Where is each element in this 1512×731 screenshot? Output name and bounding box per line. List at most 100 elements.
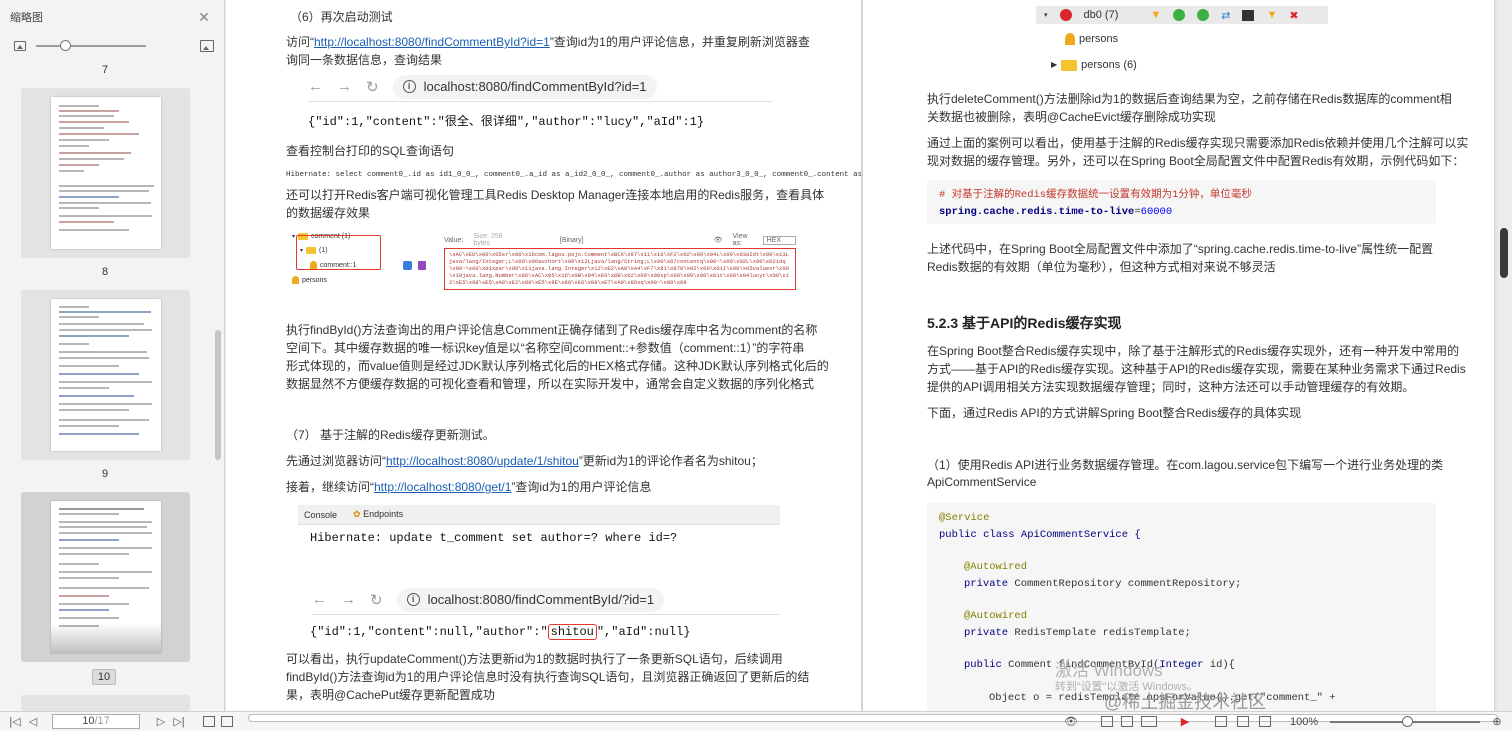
- rdm-intro-line2: 的数据缓存效果: [286, 206, 371, 220]
- fit-width-icon[interactable]: [1234, 714, 1252, 730]
- url-bar: i localhost:8080/findCommentById?id=1: [392, 74, 657, 99]
- highlight-box: shitou: [547, 624, 597, 640]
- key-icon: [292, 276, 299, 284]
- code-property-line: spring.cache.redis.time-to-live=60000: [939, 205, 1173, 218]
- json-response-2: {"id":1,"content":null,"author":" shitou "…: [310, 624, 691, 640]
- para-case-line1: 通过上面的案例可以看出，使用基于注解的Redis缓存实现只需要添加Redis依赖…: [927, 136, 1469, 150]
- key-icon: [1065, 33, 1075, 45]
- url-bar: i localhost:8080/findCommentById/?id=1: [396, 587, 665, 612]
- status-bar: |◁ ◁ 10/17 ▷ ▷| 👁 ▶ 100% ⊕: [0, 711, 1512, 731]
- next-page-button[interactable]: ▷: [152, 714, 170, 730]
- hex-value-box: \xAC\xED\x00\x05sr\x00\x16com.lagou.pojo…: [444, 248, 796, 290]
- document-view: （6）再次启动测试 访问“http://localhost:8080/findC…: [226, 0, 1512, 711]
- zoom-level[interactable]: 100%: [1290, 716, 1318, 728]
- view-icon: 👁: [713, 237, 723, 244]
- sidebar-scrollbar-thumb[interactable]: [215, 330, 221, 460]
- visit-paragraph: 访问“http://localhost:8080/findCommentById…: [286, 35, 810, 49]
- para-find-line3: 形式体现的，而value值则是经过JDK默认序列格式化后的HEX格式存储。这种J…: [286, 359, 829, 373]
- forward-arrow-icon: →: [341, 591, 356, 608]
- thumbnail-size-control: [0, 34, 224, 58]
- last-page-button[interactable]: ▷|: [170, 714, 188, 730]
- thumbnail-image: [51, 501, 161, 653]
- view-as-select: HEX: [762, 235, 796, 245]
- para-api-line3: 提供的API调用相关方法实现数据缓存管理；同时，这种方法还可以手动管理缓存的有效…: [927, 380, 1415, 394]
- para-api-line2: 方式——基于API的Redis缓存实现。这种基于API的Redis缓存实现，需要…: [927, 362, 1466, 376]
- previous-page-button[interactable]: ◁: [24, 714, 42, 730]
- browser-screenshot-2: ← → ↻ i localhost:8080/findCommentById/?…: [312, 585, 780, 615]
- thumbnail-page-9[interactable]: [21, 290, 190, 460]
- sidebar-scrollbar[interactable]: [215, 95, 221, 705]
- thumbnail-page-11[interactable]: [21, 695, 190, 711]
- two-page-view-icon[interactable]: [1140, 714, 1158, 730]
- thumbnail-page-10[interactable]: [21, 492, 190, 662]
- console-screenshot: Console ✿ Endpoints Hibernate: update t_…: [298, 505, 780, 551]
- thumbnail-sidebar: 缩略图 ✕ 7 8 9 10: [0, 0, 225, 711]
- url-text: localhost:8080/findCommentById?id=1: [423, 79, 647, 94]
- thumbnail-image: [51, 299, 161, 451]
- step1-line2: ApiCommentService: [927, 475, 1037, 489]
- para-config-line1: 上述代码中，在Spring Boot全局配置文件中添加了“spring.cach…: [927, 242, 1434, 256]
- para-update-line1: 可以看出，执行updateComment()方法更新id为1的数据时执行了一条更…: [286, 652, 783, 666]
- document-page-left: （6）再次启动测试 访问“http://localhost:8080/findC…: [226, 0, 861, 711]
- rdm-value-panel: Value: Size: 258 bytes [Binary] 👁 View a…: [444, 233, 796, 290]
- fit-page-icon[interactable]: [1212, 714, 1230, 730]
- sql-caption: 查看控制台打印的SQL查询语句: [286, 144, 455, 158]
- step6-title: （6）再次启动测试: [290, 10, 393, 24]
- find-comment-link[interactable]: http://localhost:8080/findCommentById?id…: [314, 35, 550, 49]
- sidebar-header: 缩略图 ✕: [0, 0, 224, 34]
- rdm-folder-row: ▶ persons (6): [1051, 56, 1137, 74]
- small-image-icon[interactable]: [14, 41, 26, 51]
- code-block-config: # 对基于注解的Redis缓存数据统一设置有效期为1分钟，单位毫秒 spring…: [927, 180, 1436, 224]
- browser-screenshot-1: ← → ↻ i localhost:8080/findCommentById?i…: [308, 72, 773, 102]
- refresh-icon: ⇄: [1221, 9, 1231, 22]
- flush-icon: ▼: [1266, 9, 1278, 21]
- zoom-slider-knob[interactable]: [1402, 716, 1413, 727]
- zoom-slider[interactable]: [1330, 716, 1480, 727]
- then-paragraph: 接着，继续访问“http://localhost:8080/get/1”查询id…: [286, 480, 652, 494]
- para-case-line2: 现对数据的缓存管理。另外，还可以在Spring Boot全局配置文件中配置Red…: [927, 154, 1465, 168]
- expand-arrow-icon: ▶: [1051, 60, 1058, 69]
- step7-title: （7） 基于注解的Redis缓存更新测试。: [286, 428, 495, 442]
- sql-log-line: Hibernate: select comment0_.id as id1_0_…: [286, 171, 861, 179]
- page-settings-icon[interactable]: [218, 714, 236, 730]
- filter-icon: ▼: [1150, 9, 1162, 21]
- get-link[interactable]: http://localhost:8080/get/1: [374, 480, 511, 494]
- rotate-icon[interactable]: [1256, 714, 1274, 730]
- endpoints-icon: ✿: [353, 509, 364, 519]
- delete-icon: [418, 261, 426, 270]
- add-page-icon[interactable]: [200, 714, 218, 730]
- close-icon[interactable]: ✕: [196, 9, 212, 25]
- thumbnail-size-slider[interactable]: [36, 40, 146, 51]
- back-arrow-icon: ←: [308, 78, 323, 95]
- first-page-button[interactable]: |◁: [6, 714, 24, 730]
- rdm-db-row: ▾ db0 (7) ▼ ⇄ ▼ ✖: [1036, 6, 1328, 24]
- section-heading: 5.2.3 基于API的Redis缓存实现: [927, 315, 1122, 331]
- continuous-view-icon[interactable]: [1118, 714, 1136, 730]
- console-tab: Console: [304, 509, 338, 520]
- thumbnail-page-8[interactable]: [21, 88, 190, 258]
- forward-arrow-icon: →: [337, 78, 352, 95]
- vertical-scrollbar-thumb[interactable]: [1500, 228, 1508, 278]
- para-config-line2: Redis数据的有效期（单位为毫秒），但这种方式相对来说不够灵活: [927, 260, 1276, 274]
- para-find-line2: 空间下。其中缓存数据的唯一标识key值是以“名称空间comment::+参数值（…: [286, 341, 805, 355]
- folder-icon: [1061, 59, 1078, 71]
- large-image-icon[interactable]: [200, 40, 214, 52]
- code-comment: # 对基于注解的Redis缓存数据统一设置有效期为1分钟，单位毫秒: [939, 189, 1252, 201]
- database-icon: [1059, 9, 1072, 21]
- zoom-in-icon[interactable]: ⊕: [1488, 714, 1506, 730]
- slider-knob[interactable]: [60, 40, 71, 51]
- para-update-line2: findById()方法查询id为1的用户评论信息时没有执行查询SQL语句，且浏…: [286, 670, 810, 684]
- single-page-view-icon[interactable]: [1098, 714, 1116, 730]
- document-vertical-scrollbar[interactable]: [1498, 0, 1512, 711]
- thumbnail-image: [51, 97, 161, 249]
- play-icon[interactable]: ▶: [1176, 714, 1194, 730]
- edit-icon: [403, 261, 412, 270]
- eye-icon[interactable]: 👁: [1062, 714, 1080, 730]
- page-number-input[interactable]: 10/17: [52, 714, 140, 729]
- visit-paragraph-line2: 询同一条数据信息，查询结果: [286, 53, 443, 67]
- reload-icon: ↻: [366, 78, 379, 96]
- redis-desktop-manager-screenshot: ▾ comment (1) ▾ (1) comment::1 persons Val…: [286, 228, 796, 290]
- update-paragraph: 先通过浏览器访问“http://localhost:8080/update/1/…: [286, 454, 763, 468]
- update-link[interactable]: http://localhost:8080/update/1/shitou: [386, 454, 579, 468]
- document-page-right: ▾ db0 (7) ▼ ⇄ ▼ ✖ persons ▶ persons (6) 执…: [863, 0, 1494, 711]
